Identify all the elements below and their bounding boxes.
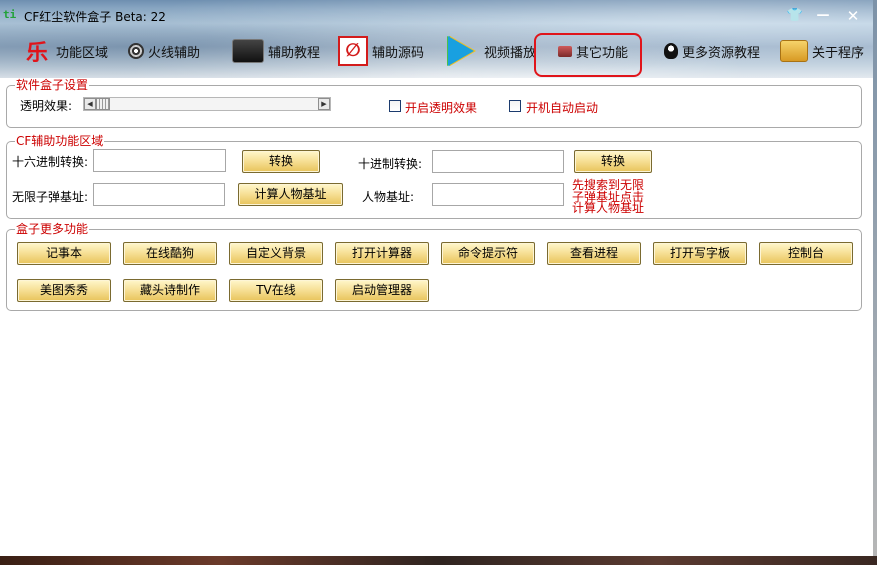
enable-transparency-checkbox[interactable] bbox=[389, 100, 401, 112]
transparency-label: 透明效果: bbox=[20, 99, 73, 113]
window-right-edge bbox=[873, 0, 877, 565]
command-prompt-button[interactable]: 命令提示符 bbox=[441, 242, 535, 265]
toolbar-item-function-area[interactable]: 乐 功能区域 bbox=[26, 32, 108, 70]
character-address-input[interactable] bbox=[432, 183, 564, 206]
startup-manager-button[interactable]: 启动管理器 bbox=[335, 279, 429, 302]
toolbar-item-source[interactable]: ∅ 辅助源码 bbox=[338, 32, 424, 70]
control-panel-button[interactable]: 控制台 bbox=[759, 242, 853, 265]
autostart-checkbox[interactable] bbox=[509, 100, 521, 112]
settings-group-title: 软件盒子设置 bbox=[15, 78, 90, 92]
minimize-icon[interactable]: — bbox=[812, 7, 834, 25]
window-chrome: ti CF红尘软件盒子 Beta: 22 👕 — ✕ 乐 功能区域 火线辅助 辅… bbox=[0, 0, 877, 78]
scroll-right-icon[interactable]: ▶ bbox=[318, 98, 330, 110]
toolbar-item-video[interactable]: 视频播放 bbox=[448, 32, 536, 70]
close-icon[interactable]: ✕ bbox=[842, 7, 864, 25]
window-title: CF红尘软件盒子 Beta: 22 bbox=[24, 10, 166, 24]
hex-convert-label: 十六进制转换: bbox=[12, 155, 89, 169]
dec-input[interactable] bbox=[432, 150, 564, 173]
toolbar-item-label: 更多资源教程 bbox=[682, 45, 761, 61]
enable-transparency-label[interactable]: 开启透明效果 bbox=[405, 99, 477, 116]
toolbar-item-cf-assist[interactable]: 火线辅助 bbox=[128, 32, 200, 70]
transparency-slider[interactable]: ◀ ▶ bbox=[83, 97, 331, 111]
online-kugou-button[interactable]: 在线酷狗 bbox=[123, 242, 217, 265]
notepad-button[interactable]: 记事本 bbox=[17, 242, 111, 265]
open-wordpad-button[interactable]: 打开写字板 bbox=[653, 242, 747, 265]
qq-icon bbox=[664, 43, 678, 59]
toolbar-item-label: 功能区域 bbox=[56, 45, 109, 61]
acrostic-poem-button[interactable]: 藏头诗制作 bbox=[123, 279, 217, 302]
calc-character-address-button[interactable]: 计算人物基址 bbox=[238, 183, 343, 206]
toolbar-item-label: 辅助源码 bbox=[372, 45, 425, 61]
dec-convert-button[interactable]: 转换 bbox=[574, 150, 652, 173]
source-icon: ∅ bbox=[338, 36, 368, 66]
title-bar: ti CF红尘软件盒子 Beta: 22 👕 — ✕ bbox=[0, 4, 877, 28]
slider-thumb[interactable] bbox=[96, 98, 110, 110]
autostart-label[interactable]: 开机自动启动 bbox=[526, 99, 598, 116]
open-calculator-button[interactable]: 打开计算器 bbox=[335, 242, 429, 265]
dec-convert-label: 十进制转换: bbox=[358, 157, 423, 171]
main-toolbar: 乐 功能区域 火线辅助 辅助教程 ∅ 辅助源码 视频播放 其它功能 更多资源教程 bbox=[0, 32, 877, 72]
toolbar-item-label: 视频播放 bbox=[484, 45, 537, 61]
cf-group-title: CF辅助功能区域 bbox=[15, 134, 105, 148]
tv-online-button[interactable]: TV在线 bbox=[229, 279, 323, 302]
tshirt-icon[interactable]: 👕 bbox=[784, 7, 806, 25]
le-icon: 乐 bbox=[26, 41, 49, 66]
app-icon: ti bbox=[3, 8, 17, 21]
film-camera-icon bbox=[232, 39, 264, 63]
more-group-title: 盒子更多功能 bbox=[15, 222, 90, 236]
hex-input[interactable] bbox=[93, 149, 226, 172]
custom-background-button[interactable]: 自定义背景 bbox=[229, 242, 323, 265]
background-strip bbox=[0, 556, 877, 565]
toolbar-item-resources[interactable]: 更多资源教程 bbox=[664, 32, 760, 70]
toolbar-item-about[interactable]: 关于程序 bbox=[780, 32, 864, 70]
infinite-ammo-label: 无限子弹基址: bbox=[12, 190, 89, 204]
meitu-button[interactable]: 美图秀秀 bbox=[17, 279, 111, 302]
hex-convert-button[interactable]: 转换 bbox=[242, 150, 320, 173]
toolbar-item-label: 火线辅助 bbox=[148, 45, 201, 61]
toolbar-item-label: 辅助教程 bbox=[268, 45, 321, 61]
toolbar-item-tutorial[interactable]: 辅助教程 bbox=[232, 32, 320, 70]
infinite-ammo-input[interactable] bbox=[93, 183, 225, 206]
character-address-label: 人物基址: bbox=[362, 190, 415, 204]
crosshair-icon bbox=[128, 43, 144, 59]
view-processes-button[interactable]: 查看进程 bbox=[547, 242, 641, 265]
scroll-left-icon[interactable]: ◀ bbox=[84, 98, 96, 110]
hint-line-3: 计算人物基址 bbox=[572, 201, 645, 215]
folder-icon bbox=[780, 40, 808, 62]
toolbar-item-label: 关于程序 bbox=[812, 45, 865, 61]
active-toolbar-highlight bbox=[534, 33, 642, 77]
play-icon bbox=[448, 36, 474, 66]
